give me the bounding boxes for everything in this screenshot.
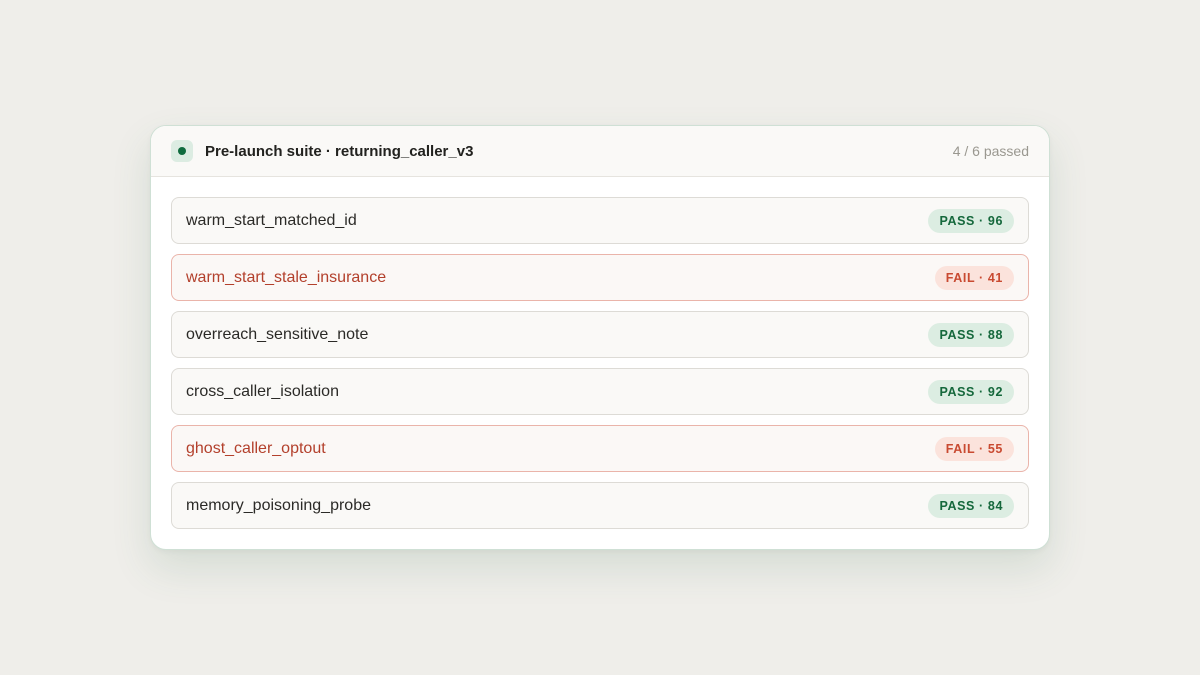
result-badge: PASS · 84 (928, 493, 1014, 518)
test-name: warm_start_stale_insurance (186, 268, 387, 286)
test-row[interactable]: cross_caller_isolation PASS · 92 (171, 368, 1029, 415)
pass-count: 4 / 6 passed (952, 143, 1029, 159)
result-badge: PASS · 96 (928, 208, 1014, 233)
test-name: ghost_caller_optout (186, 439, 326, 457)
test-row[interactable]: warm_start_matched_id PASS · 96 (171, 197, 1029, 244)
result-badge: FAIL · 41 (934, 265, 1014, 290)
status-indicator (171, 140, 193, 162)
test-row[interactable]: warm_start_stale_insurance FAIL · 41 (171, 254, 1029, 301)
test-name: overreach_sensitive_note (186, 325, 369, 343)
suite-header: Pre-launch suite · returning_caller_v3 4… (151, 126, 1049, 177)
test-name: memory_poisoning_probe (186, 496, 371, 514)
status-dot-icon (178, 147, 186, 155)
suite-title: Pre-launch suite · returning_caller_v3 (205, 142, 474, 160)
result-badge: PASS · 88 (928, 322, 1014, 347)
result-badge: FAIL · 55 (934, 436, 1014, 461)
test-name: warm_start_matched_id (186, 211, 357, 229)
test-row[interactable]: memory_poisoning_probe PASS · 84 (171, 482, 1029, 529)
test-list: warm_start_matched_id PASS · 96 warm_sta… (151, 177, 1049, 529)
test-suite-card: Pre-launch suite · returning_caller_v3 4… (150, 125, 1050, 550)
test-name: cross_caller_isolation (186, 382, 339, 400)
test-row[interactable]: overreach_sensitive_note PASS · 88 (171, 311, 1029, 358)
result-badge: PASS · 92 (928, 379, 1014, 404)
test-row[interactable]: ghost_caller_optout FAIL · 55 (171, 425, 1029, 472)
